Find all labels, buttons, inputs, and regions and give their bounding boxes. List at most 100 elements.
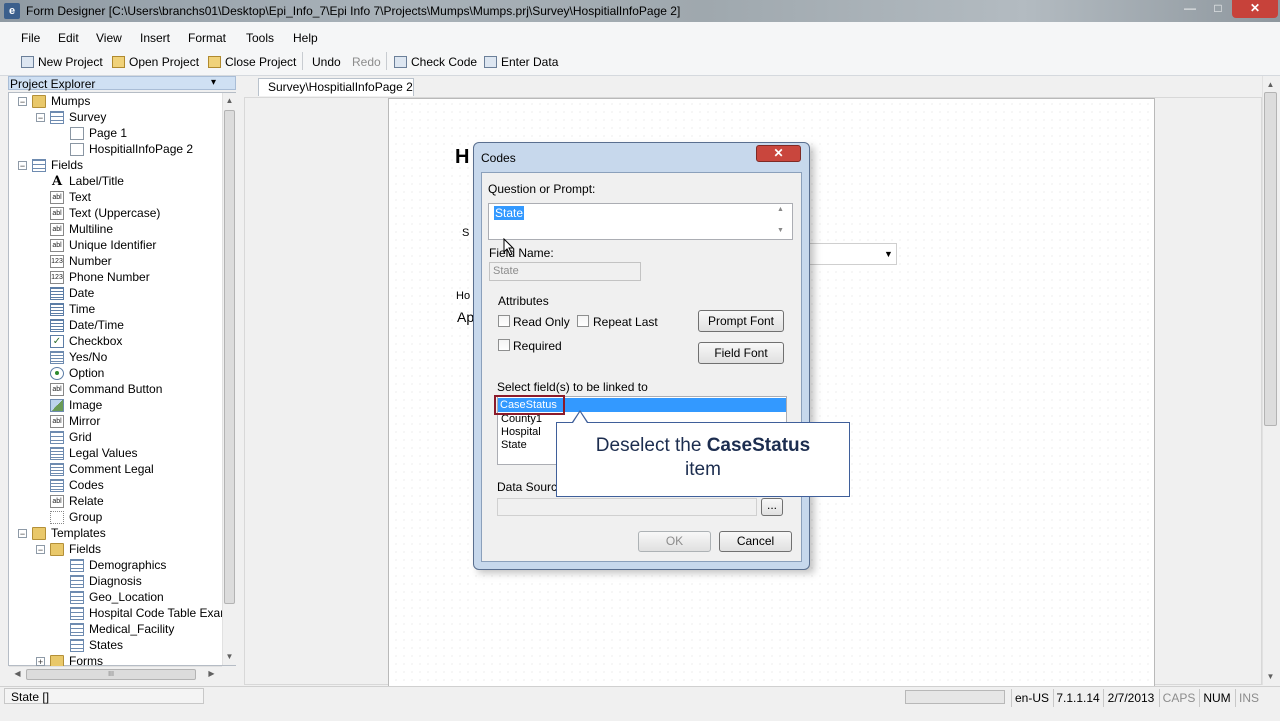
explorer-hscroll-thumb[interactable]: III [26,669,196,680]
tab-hospital-info-page[interactable]: Survey\HospitialInfoPage 2 [258,78,414,96]
tree-expander-icon[interactable]: − [18,97,27,107]
enter-data-button[interactable]: Enter Data [484,54,558,70]
text-field-icon: abl [50,238,64,252]
tree-item[interactable]: Date [50,285,94,301]
check-code-button[interactable]: Check Code [394,54,477,70]
menu-edit[interactable]: Edit [58,31,79,45]
menu-file[interactable]: File [21,31,40,45]
list-item[interactable]: State [501,439,527,451]
data-source-input [497,498,757,516]
tree-item[interactable]: ✓ Checkbox [50,333,122,349]
redo-button[interactable]: Redo [352,54,381,70]
tree-item-label: Phone Number [69,270,150,284]
callout-pointer-fill [573,412,587,423]
menu-tools[interactable]: Tools [246,31,274,45]
scroll-left-icon[interactable]: ◀ [9,669,26,678]
menu-insert[interactable]: Insert [140,31,170,45]
scroll-up-icon[interactable]: ▲ [221,96,238,105]
tree-item-label: Fields [51,158,84,172]
tree-item[interactable]: Group [50,509,102,525]
repeat-last-checkbox[interactable] [577,315,589,327]
menu-format[interactable]: Format [188,31,226,45]
prompt-scroll-down-icon[interactable]: ▼ [777,227,784,234]
minimize-button[interactable]: — [1176,0,1204,18]
undo-button[interactable]: Undo [312,54,341,70]
tree-item[interactable]: Time [50,301,95,317]
read-only-checkbox[interactable] [498,315,510,327]
tree-item[interactable]: 123 Number [50,253,112,269]
tree-item[interactable]: Fields [32,157,83,173]
tree-item[interactable]: HospitialInfoPage 2 [70,141,193,157]
question-prompt-input[interactable] [488,203,793,240]
pin-icon[interactable]: ▾ [211,77,216,88]
required-checkbox[interactable] [498,339,510,351]
explorer-scroll-thumb[interactable] [224,110,235,604]
tree-expander-icon[interactable]: − [18,161,27,171]
new-project-label: New Project [38,55,103,69]
field-prompt-hospital[interactable]: Ho [456,290,470,302]
tree-item[interactable]: abl Multiline [50,221,113,237]
tree-expander-icon[interactable]: − [36,113,45,123]
tree-expander-icon[interactable]: + [36,657,45,667]
tree-item[interactable]: Image [50,397,102,413]
tree-item[interactable]: abl Relate [50,493,104,509]
tree-item[interactable]: Survey [50,109,106,125]
tree-item[interactable]: Page 1 [70,125,127,141]
tree-item[interactable]: Medical_Facility [70,621,174,637]
tree-item[interactable]: abl Mirror [50,413,100,429]
tree-item[interactable]: Geo_Location [70,589,164,605]
open-project-button[interactable]: Open Project [112,54,199,70]
scroll-right-icon[interactable]: ▶ [203,669,220,678]
tree-expander-icon[interactable]: − [18,529,27,539]
menu-view[interactable]: View [96,31,122,45]
tree-item[interactable]: abl Unique Identifier [50,237,156,253]
window-title: Form Designer [C:\Users\branchs01\Deskto… [26,4,681,18]
list-item[interactable]: Hospital [501,426,541,438]
tree-item[interactable]: Option [50,365,104,381]
tree-item[interactable]: 123 Phone Number [50,269,150,285]
tree-item[interactable]: Yes/No [50,349,107,365]
field-value[interactable]: Ap [457,309,474,325]
tree-item[interactable]: Fields [50,541,101,557]
scroll-up-icon[interactable]: ▲ [1262,80,1279,89]
tree-item[interactable]: A Label/Title [50,173,124,189]
prompt-scroll-up-icon[interactable]: ▲ [777,206,784,213]
close-project-button[interactable]: Close Project [208,54,296,70]
text-field-icon: abl [50,206,64,220]
prompt-selected-text[interactable]: State [494,206,525,220]
tree-item[interactable]: Grid [50,429,92,445]
tree-item[interactable]: Date/Time [50,317,124,333]
workspace-scroll-thumb[interactable] [1264,92,1277,426]
field-prompt-state[interactable]: S [462,227,469,239]
tree-item[interactable]: States [70,637,123,653]
tree-item[interactable]: Comment Legal [50,461,154,477]
dialog-close-button[interactable]: ✕ [756,145,801,162]
close-window-button[interactable]: ✕ [1232,0,1278,18]
tree-item[interactable]: abl Text (Uppercase) [50,205,160,221]
tree-item[interactable]: Diagnosis [70,573,142,589]
tree-expander-icon[interactable]: − [36,545,45,555]
question-prompt-label: Question or Prompt: [488,182,596,196]
cancel-button[interactable]: Cancel [719,531,792,552]
new-project-button[interactable]: New Project [21,54,103,70]
scroll-down-icon[interactable]: ▼ [1262,672,1279,681]
ok-button[interactable]: OK [638,531,711,552]
prompt-font-button[interactable]: Prompt Font [698,310,784,332]
mouse-cursor-icon [503,238,515,256]
tree-item[interactable]: Hospital Code Table Examp [70,605,237,621]
tree-item-label: Text (Uppercase) [69,206,161,220]
browse-button[interactable]: ... [761,498,783,516]
tree-item[interactable]: abl Command Button [50,381,162,397]
tree-item[interactable]: Demographics [70,557,166,573]
tree-item[interactable]: Codes [50,477,104,493]
tree-item[interactable]: abl Text [50,189,91,205]
tree-item[interactable]: Mumps [32,93,90,109]
tree-item[interactable]: Templates [32,525,106,541]
field-font-button[interactable]: Field Font [698,342,784,364]
menu-help[interactable]: Help [293,31,318,45]
scroll-down-icon[interactable]: ▼ [221,652,238,661]
tree-item-label: Option [69,366,105,380]
tree-item[interactable]: Legal Values [50,445,138,461]
maximize-button[interactable]: □ [1204,0,1232,18]
form-icon [32,158,46,172]
